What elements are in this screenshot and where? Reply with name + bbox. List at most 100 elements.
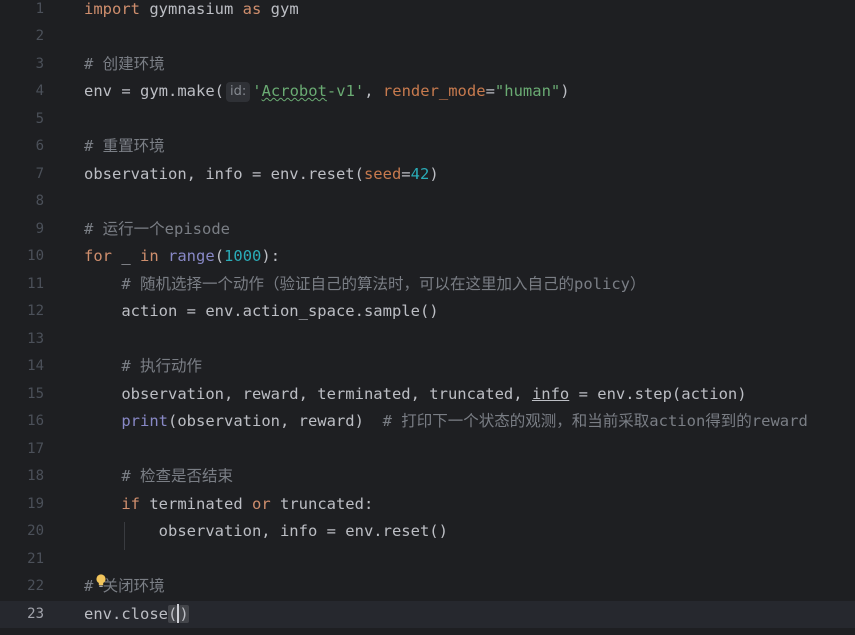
code-token: '	[252, 82, 262, 100]
line-number: 9	[35, 220, 44, 237]
line-number: 1	[35, 0, 44, 17]
code-token: "human"	[494, 82, 561, 100]
code-editor[interactable]: 23 env.close() 22 # 关闭环境 21 20 observation, i…	[0, 0, 855, 635]
line-number: 14	[27, 358, 44, 374]
code-token: Acrobot	[261, 82, 327, 100]
code-line[interactable]: 6 # 重置环境	[0, 133, 855, 161]
code-line[interactable]: 17	[0, 436, 855, 464]
code-token: terminated	[140, 494, 252, 513]
line-number: 11	[27, 275, 44, 292]
code-line[interactable]: 12 action = env.action_space.sample()	[0, 298, 855, 326]
line-number: 8	[35, 193, 44, 209]
code-token: -v1'	[326, 82, 365, 100]
line-number: 23	[27, 605, 44, 622]
code-text: # 重置环境	[84, 133, 165, 161]
matched-paren: (	[168, 604, 178, 623]
code-text: # 创建环境	[84, 51, 165, 79]
code-text: # 运行一个episode	[84, 216, 230, 244]
code-token: info	[531, 384, 570, 403]
code-token: action = env.action_space.sample()	[84, 302, 439, 320]
code-line[interactable]: 20 observation, info = env.reset()	[0, 518, 855, 546]
code-token: env = gym.make(	[84, 82, 224, 100]
code-text: if terminated or truncated:	[84, 491, 373, 519]
line-number: 20	[27, 523, 44, 539]
code-line[interactable]: 9 # 运行一个episode	[0, 216, 855, 244]
code-token: =	[401, 164, 411, 183]
code-token: # 运行一个episode	[84, 219, 230, 238]
code-token: in	[140, 247, 159, 265]
code-token: ,	[364, 82, 383, 100]
code-token: render_mode	[382, 82, 486, 100]
code-token: gymnasium	[140, 0, 243, 18]
line-number: 4	[35, 83, 44, 99]
code-token: for	[84, 247, 112, 265]
line-number: 5	[35, 110, 44, 127]
code-line[interactable]: 1 import gymnasium as gym	[0, 0, 855, 23]
lightbulb-icon[interactable]	[95, 574, 107, 588]
code-line[interactable]: 21	[0, 546, 855, 574]
code-token: # 执行动作	[84, 357, 202, 375]
code-line[interactable]: 2	[0, 23, 855, 51]
code-token: = env.step(action)	[569, 384, 747, 403]
code-text: observation, reward, terminated, truncat…	[84, 381, 747, 409]
code-token: ):	[261, 247, 281, 265]
line-number: 12	[27, 303, 44, 319]
code-token: _	[112, 247, 140, 265]
code-text: print(observation, reward) # 打印下一个状态的观测，…	[84, 408, 808, 436]
matched-paren: )	[179, 604, 189, 623]
code-text: # 执行动作	[84, 353, 202, 381]
code-line[interactable]: 7 observation, info = env.reset(seed=42)	[0, 161, 855, 189]
line-number: 21	[27, 550, 44, 567]
code-line[interactable]: 10 for _ in range(1000):	[0, 243, 855, 271]
code-line[interactable]: 16 print(observation, reward) # 打印下一个状态的…	[0, 408, 855, 436]
line-number: 6	[35, 138, 44, 154]
line-number: 22	[27, 578, 44, 594]
code-line[interactable]: 11 # 随机选择一个动作（验证自己的算法时，可以在这里加入自己的policy）	[0, 271, 855, 299]
code-token: if	[121, 494, 140, 513]
code-token: (	[214, 247, 225, 265]
code-token: )	[429, 164, 439, 183]
code-token: seed	[363, 164, 402, 183]
code-line[interactable]: 13	[0, 326, 855, 354]
code-line[interactable]: 22 # 关闭环境	[0, 573, 855, 601]
line-number: 16	[27, 413, 44, 429]
code-line[interactable]: 15 observation, reward, terminated, trun…	[0, 381, 855, 409]
code-token: # 重置环境	[84, 137, 165, 155]
code-token: # 打印下一个状态的观测，和当前采取action得到的reward	[382, 412, 808, 430]
code-token: # 检查是否结束	[84, 467, 233, 485]
code-token: truncated:	[270, 494, 374, 513]
code-line[interactable]: 3 # 创建环境	[0, 51, 855, 79]
code-text: env = gym.make(id: 'Acrobot-v1', render_m…	[84, 78, 570, 106]
code-token: print	[121, 412, 168, 430]
code-token: observation, info = env.reset(	[84, 164, 364, 183]
code-token: # 创建环境	[84, 54, 165, 73]
code-line[interactable]: 19 if terminated or truncated:	[0, 491, 855, 519]
code-text: env.close()	[84, 601, 189, 629]
code-line[interactable]: 5	[0, 106, 855, 134]
code-line[interactable]: 4 env = gym.make(id: 'Acrobot-v1', render_…	[0, 78, 855, 106]
code-line[interactable]: 8	[0, 188, 855, 216]
code-token: 1000	[224, 247, 262, 265]
line-number: 3	[35, 55, 44, 72]
code-token: observation, info = env.reset()	[84, 522, 448, 540]
code-text: action = env.action_space.sample()	[84, 298, 439, 326]
code-token: observation, reward, terminated, truncat…	[84, 384, 532, 403]
line-number: 15	[27, 385, 44, 402]
code-line[interactable]: 18 # 检查是否结束	[0, 463, 855, 491]
code-text: observation, info = env.reset()	[84, 518, 448, 546]
code-token: range	[168, 247, 215, 265]
code-text: # 检查是否结束	[84, 463, 233, 491]
code-line[interactable]: 23 env.close()	[0, 600, 855, 629]
code-line[interactable]: 14 # 执行动作	[0, 353, 855, 381]
code-token: or	[251, 494, 271, 513]
indent-guide	[124, 522, 125, 550]
code-token: # 随机选择一个动作（验证自己的算法时，可以在这里加入自己的policy）	[84, 274, 646, 293]
line-number: 7	[35, 165, 44, 182]
line-number: 19	[27, 495, 44, 512]
code-text: observation, info = env.reset(seed=42)	[84, 161, 439, 189]
code-token: env.close	[84, 604, 168, 623]
line-number: 13	[27, 330, 44, 347]
code-text: # 随机选择一个动作（验证自己的算法时，可以在这里加入自己的policy）	[84, 271, 645, 299]
